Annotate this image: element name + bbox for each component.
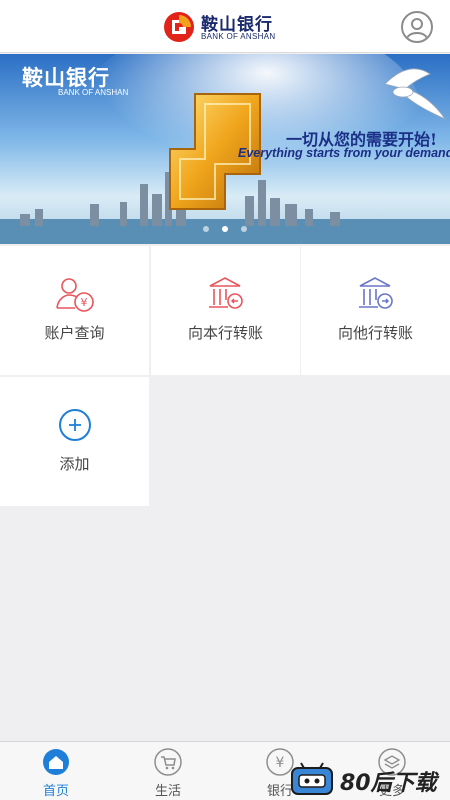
watermark-text: 80后下载 (340, 771, 437, 796)
watermark-robot-icon (291, 762, 333, 795)
banner-pagination (0, 217, 450, 236)
cart-icon (154, 748, 182, 776)
service-add[interactable]: 添加 (0, 377, 149, 506)
add-icon (58, 409, 91, 441)
tab-life[interactable]: 生活 (112, 742, 224, 800)
bank-logo: 鞍山银行 BANK OF ANSHAN (163, 11, 293, 43)
service-label: 添加 (59, 455, 90, 473)
banner-dot-3[interactable] (241, 226, 248, 232)
service-transfer-other-bank[interactable]: 向他行转账 (301, 246, 450, 375)
service-label: 账户查询 (44, 324, 105, 342)
user-profile-button[interactable] (401, 11, 433, 43)
bank-logo-mark-icon (164, 12, 194, 42)
banner-slogan-en: Everything starts from your demand (238, 146, 450, 160)
header-bank-name-en: BANK OF ANSHAN (201, 32, 276, 41)
banner-dot-1[interactable] (202, 226, 209, 232)
tab-label: 生活 (154, 784, 181, 799)
user-avatar-icon (406, 18, 428, 40)
transfer-other-bank-icon (358, 277, 393, 309)
svg-text:¥: ¥ (276, 755, 285, 771)
transfer-same-bank-icon (208, 277, 243, 309)
service-label: 向本行转账 (187, 324, 263, 342)
app-header: 鞍山银行 BANK OF ANSHAN (0, 0, 450, 53)
service-label: 向他行转账 (337, 324, 413, 342)
tab-home[interactable]: 首页 (0, 742, 112, 800)
svg-text:¥: ¥ (80, 296, 87, 309)
banner-bank-name-en: BANK OF ANSHAN (58, 88, 129, 97)
account-query-icon: ¥ (55, 278, 94, 312)
home-icon (43, 749, 69, 775)
service-account-query[interactable]: ¥ 账户查询 (0, 246, 149, 375)
service-transfer-same-bank[interactable]: 向本行转账 (151, 246, 300, 375)
promo-banner[interactable]: 鞍山银行 BANK OF ANSHAN 一切从您的需要开始! Everythin… (0, 54, 450, 244)
site-watermark: 80后下载 (290, 762, 450, 800)
banner-dot-2[interactable] (222, 226, 228, 232)
tab-label: 首页 (42, 784, 69, 799)
